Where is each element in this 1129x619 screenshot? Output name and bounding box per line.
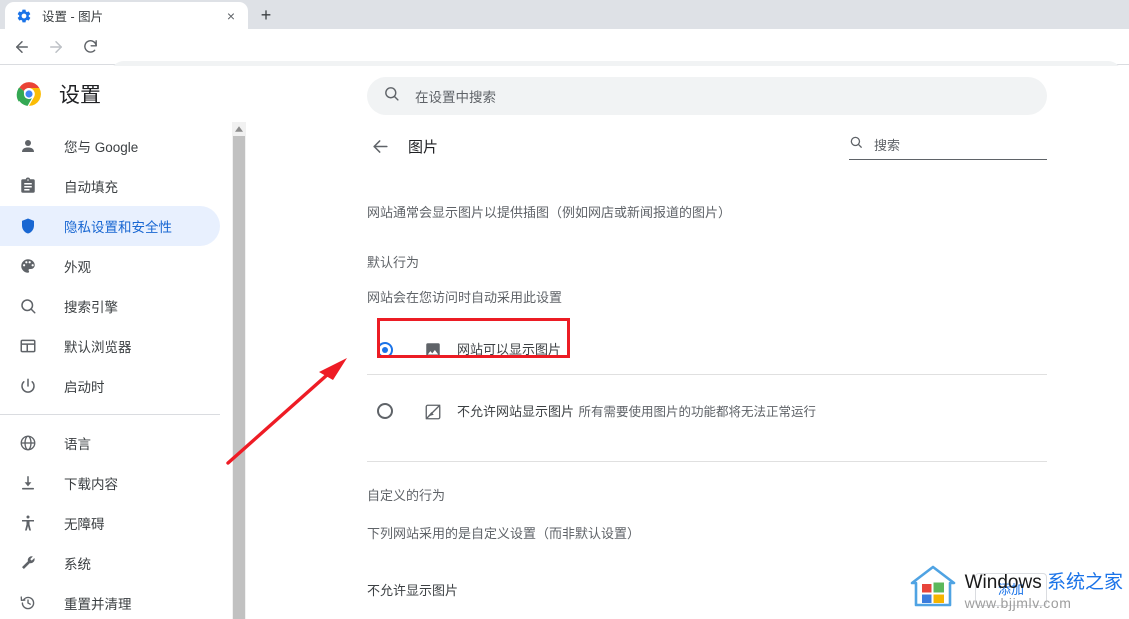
reload-icon[interactable] <box>76 33 104 61</box>
new-tab-button[interactable]: + <box>252 3 280 27</box>
sidebar-scrollbar[interactable] <box>232 122 246 619</box>
chrome-logo-icon <box>16 81 42 107</box>
sidebar-item-label: 您与 Google <box>64 140 139 155</box>
forward-icon[interactable] <box>42 33 70 61</box>
content-title: 图片 <box>408 138 439 156</box>
globe-icon <box>18 433 38 453</box>
radio-option-allow-images[interactable]: 网站可以显示图片 <box>367 330 1047 370</box>
default-behavior-label: 默认行为 <box>367 255 420 271</box>
sidebar-item-label: 外观 <box>64 260 91 275</box>
clipboard-icon <box>18 176 38 196</box>
sidebar-item-label: 无障碍 <box>64 517 105 532</box>
content-header: 图片 搜索 <box>367 122 1047 170</box>
watermark-brand-cn: 系统之家 <box>1046 571 1123 593</box>
option-sublabel: 所有需要使用图片的功能都将无法正常运行 <box>578 405 816 420</box>
sidebar-divider <box>0 414 220 415</box>
watermark-url: www.bjjmlv.com <box>964 594 1072 611</box>
watermark-logo-icon <box>909 564 957 613</box>
settings-search-placeholder: 在设置中搜索 <box>415 90 496 105</box>
search-icon <box>383 85 400 107</box>
tab-title: 设置 - 图片 <box>42 10 104 24</box>
images-settings-card: 图片 搜索 网站通常会显示图片以提供插图（例如网店或新闻报道的图片） 默认行为 … <box>367 122 1047 619</box>
images-description: 网站通常会显示图片以提供插图（例如网店或新闻报道的图片） <box>367 205 732 220</box>
blocked-list-label: 不允许显示图片 <box>367 582 459 598</box>
sidebar-item-label: 下载内容 <box>64 477 118 492</box>
watermark: Windows 系统之家 www.bjjmlv.com <box>909 564 1123 613</box>
close-icon[interactable]: × <box>221 6 241 26</box>
scrollbar-thumb[interactable] <box>233 136 245 619</box>
browser-window-icon <box>18 336 38 356</box>
back-arrow-icon[interactable] <box>367 133 393 159</box>
sidebar-item-label: 隐私设置和安全性 <box>64 220 172 235</box>
sidebar-item-label: 搜索引擎 <box>64 300 118 315</box>
sidebar-item-on-startup[interactable]: 启动时 <box>0 366 220 406</box>
custom-behavior-label: 自定义的行为 <box>367 488 446 504</box>
sidebar-item-default-browser[interactable]: 默认浏览器 <box>0 326 220 366</box>
power-icon <box>18 376 38 396</box>
watermark-brand-en: Windows <box>964 571 1047 593</box>
option-label: 不允许网站显示图片 <box>457 404 575 420</box>
history-restore-icon <box>18 593 38 613</box>
download-icon <box>18 473 38 493</box>
image-icon <box>424 341 442 359</box>
image-blocked-icon <box>424 403 442 421</box>
browser-toolbar: Chrome chrome://settings/content/images <box>0 29 1129 89</box>
search-icon <box>18 296 38 316</box>
sidebar: 您与 Google 自动填充 隐私设置和安全性 外观 搜索引擎 默认浏览器 启动… <box>0 122 232 619</box>
radio-option-block-images[interactable]: 不允许网站显示图片 所有需要使用图片的功能都将无法正常运行 <box>367 399 1047 439</box>
option-label: 网站可以显示图片 <box>457 342 562 358</box>
sidebar-item-search-engine[interactable]: 搜索引擎 <box>0 286 220 326</box>
shield-icon <box>18 216 38 236</box>
content-search-input[interactable]: 搜索 <box>849 130 1047 160</box>
sidebar-item-autofill[interactable]: 自动填充 <box>0 166 220 206</box>
accessibility-icon <box>18 513 38 533</box>
sidebar-item-you-and-google[interactable]: 您与 Google <box>0 126 220 166</box>
sidebar-item-system[interactable]: 系统 <box>0 543 220 583</box>
option-texts: 不允许网站显示图片 所有需要使用图片的功能都将无法正常运行 <box>457 403 816 422</box>
custom-behavior-sublabel: 下列网站采用的是自定义设置（而非默认设置） <box>367 526 641 542</box>
sidebar-item-languages[interactable]: 语言 <box>0 423 220 463</box>
sidebar-item-label: 重置并清理 <box>64 597 132 612</box>
wrench-icon <box>18 553 38 573</box>
browser-tab[interactable]: 设置 - 图片 × <box>5 2 248 29</box>
sidebar-item-downloads[interactable]: 下载内容 <box>0 463 220 503</box>
section-divider <box>367 461 1047 463</box>
search-icon <box>849 135 863 154</box>
sidebar-item-accessibility[interactable]: 无障碍 <box>0 503 220 543</box>
radio-button-unselected[interactable] <box>377 403 393 420</box>
person-icon <box>18 136 38 156</box>
watermark-texts: Windows 系统之家 www.bjjmlv.com <box>965 567 1123 611</box>
sidebar-item-privacy-and-security[interactable]: 隐私设置和安全性 <box>0 206 220 246</box>
watermark-brand: Windows 系统之家 <box>965 567 1123 594</box>
radio-button-selected[interactable] <box>377 342 393 359</box>
scroll-up-icon[interactable] <box>232 122 246 136</box>
settings-search-input[interactable]: 在设置中搜索 <box>367 77 1047 115</box>
sidebar-item-appearance[interactable]: 外观 <box>0 246 220 286</box>
tab-strip: 设置 - 图片 × + <box>0 0 1129 29</box>
default-behavior-sublabel: 网站会在您访问时自动采用此设置 <box>367 290 563 306</box>
option-divider <box>367 374 1047 376</box>
gear-icon <box>16 8 32 24</box>
sidebar-item-label: 系统 <box>64 557 91 572</box>
content-search-placeholder: 搜索 <box>874 138 901 153</box>
back-icon[interactable] <box>8 33 36 61</box>
option-texts: 网站可以显示图片 <box>457 341 561 359</box>
sidebar-item-label: 默认浏览器 <box>64 340 132 355</box>
page-title: 设置 <box>59 84 101 107</box>
sidebar-item-label: 启动时 <box>64 380 105 395</box>
sidebar-item-label: 语言 <box>64 437 91 452</box>
browser-window: 设置 - 图片 × + 设置 在设置中搜索 您与 Google 自动填充 隐私设… <box>0 0 1129 619</box>
main-content: 图片 搜索 网站通常会显示图片以提供插图（例如网店或新闻报道的图片） 默认行为 … <box>246 122 1129 619</box>
sidebar-item-label: 自动填充 <box>64 180 118 195</box>
palette-icon <box>18 256 38 276</box>
settings-header: 设置 在设置中搜索 <box>0 66 1129 122</box>
settings-page: 设置 在设置中搜索 您与 Google 自动填充 隐私设置和安全性 外观 搜索引… <box>0 66 1129 619</box>
sidebar-item-reset-and-cleanup[interactable]: 重置并清理 <box>0 583 220 619</box>
